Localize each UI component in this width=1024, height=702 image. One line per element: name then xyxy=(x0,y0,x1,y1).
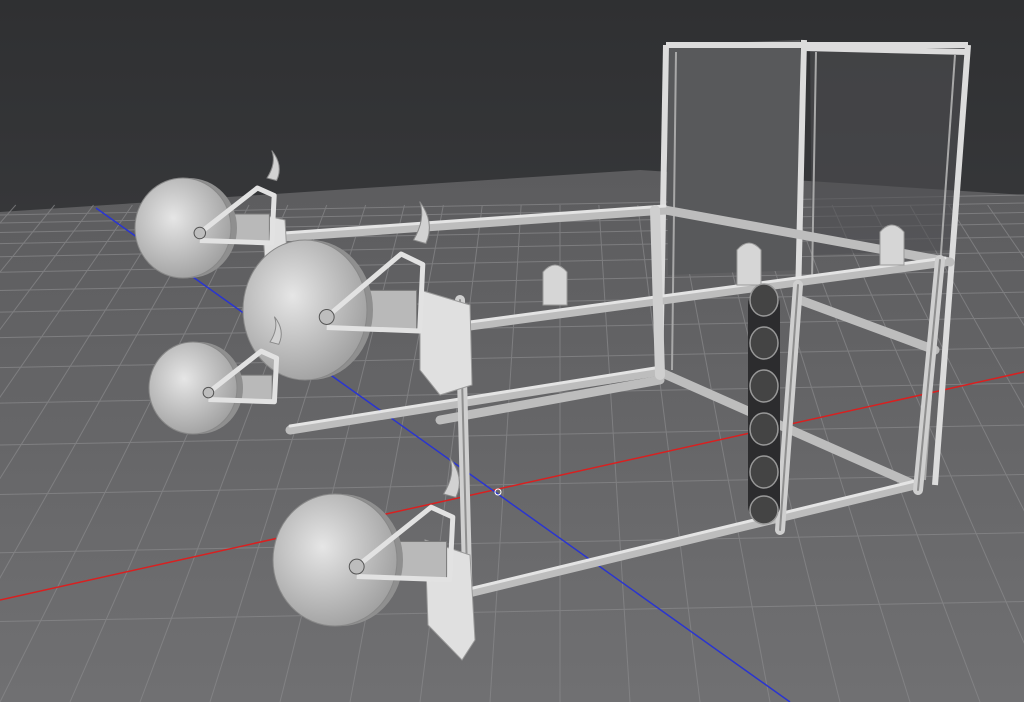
scene-canvas[interactable] xyxy=(0,0,1024,702)
3d-viewport[interactable] xyxy=(0,0,1024,702)
roller-stack xyxy=(748,283,780,525)
